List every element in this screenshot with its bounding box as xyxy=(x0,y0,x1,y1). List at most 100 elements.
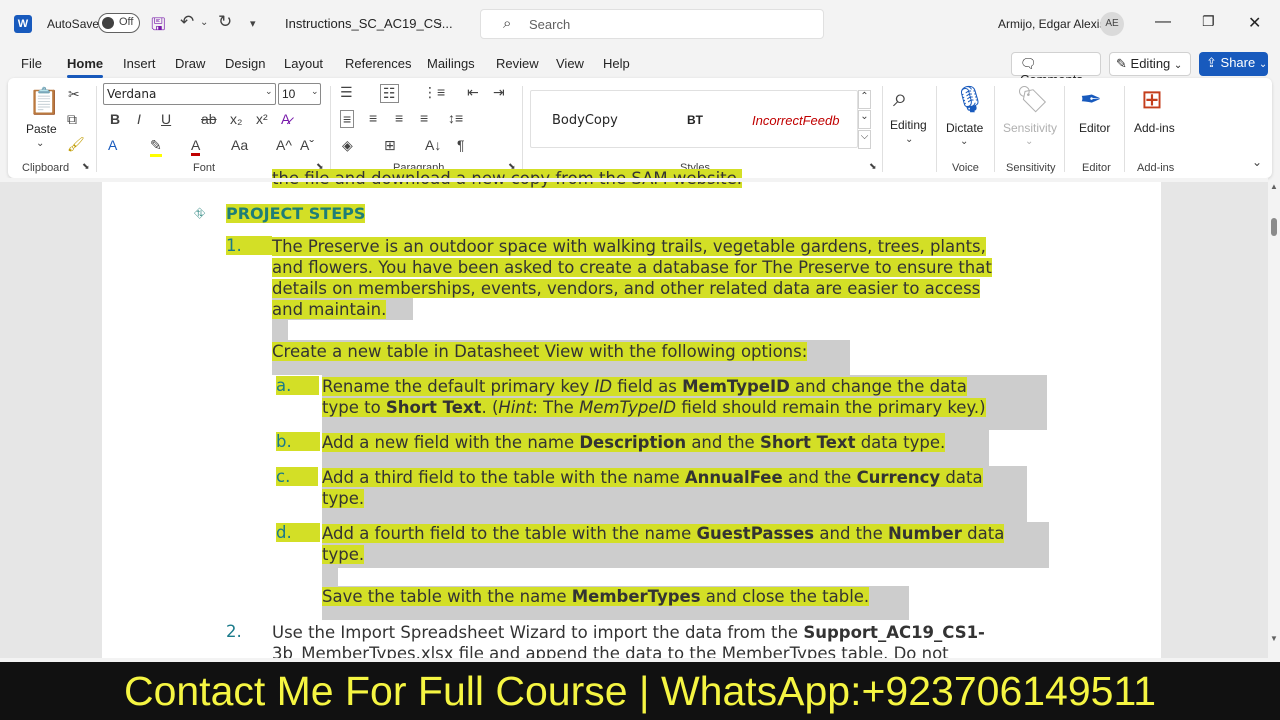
chevron-down-icon[interactable]: ⌄ xyxy=(960,136,968,147)
search-box[interactable]: ⌕ Search xyxy=(480,9,824,39)
underline-icon[interactable]: U xyxy=(161,111,171,127)
scroll-down-icon[interactable]: ▼ xyxy=(1270,634,1278,643)
comments-button[interactable]: 🗨 Comments xyxy=(1011,52,1101,87)
tab-help[interactable]: Help xyxy=(603,56,630,71)
step-2-filename: Support_AC19_CS1- xyxy=(803,623,985,642)
bold-icon[interactable]: B xyxy=(110,111,120,127)
pencil-icon: ✎ xyxy=(1116,56,1127,71)
tab-layout[interactable]: Layout xyxy=(284,56,323,71)
editing-mode-button[interactable]: ✎ Editing ⌄ xyxy=(1109,52,1191,76)
shading-icon[interactable]: ◈ xyxy=(342,137,353,154)
tab-file[interactable]: File xyxy=(21,56,42,71)
paste-icon[interactable]: 📋 xyxy=(28,86,60,117)
redo-icon[interactable]: ↻ xyxy=(218,12,232,32)
share-button[interactable]: ⇪ Share ⌄ xyxy=(1199,52,1268,76)
addins-button-label[interactable]: Add-ins xyxy=(1134,121,1175,135)
styles-scroll-down-icon[interactable]: ⌄ xyxy=(858,110,871,129)
borders-icon[interactable]: ⊞ xyxy=(384,137,396,154)
save-table-line: Save the table with the name MemberTypes… xyxy=(322,586,870,607)
decrease-indent-icon[interactable]: ⇤ xyxy=(467,84,479,101)
chevron-down-icon[interactable]: ⌄ xyxy=(434,14,444,28)
bullets-icon[interactable]: ☰ xyxy=(340,84,353,101)
tab-review[interactable]: Review xyxy=(496,56,539,71)
anchor-icon: ⛗ xyxy=(194,205,206,221)
sort-icon[interactable]: A↓ xyxy=(425,137,441,153)
style-bodycopy[interactable]: BodyCopy xyxy=(552,113,618,128)
find-icon[interactable]: ⌕ xyxy=(893,82,908,114)
superscript-icon[interactable]: x² xyxy=(256,111,268,127)
document-title[interactable]: Instructions_SC_AC19_CS... xyxy=(285,16,453,31)
cut-icon[interactable]: ✂ xyxy=(68,86,80,103)
grow-font-icon[interactable]: A^ xyxy=(276,137,292,153)
editing-group-label[interactable]: Editing xyxy=(890,118,927,132)
line-spacing-icon[interactable]: ↕≡ xyxy=(448,110,463,126)
vertical-scrollbar[interactable]: ▲ ▼ xyxy=(1268,182,1280,658)
style-bt[interactable]: BT xyxy=(687,113,703,127)
increase-indent-icon[interactable]: ⇥ xyxy=(493,84,505,101)
numbering-icon[interactable]: ☷ xyxy=(380,84,399,103)
clipboard-launcher-icon[interactable]: ⬊ xyxy=(82,161,90,172)
align-center-icon[interactable]: ≡ xyxy=(369,110,377,126)
tab-home[interactable]: Home xyxy=(67,56,103,71)
show-formatting-marks-icon[interactable]: ¶ xyxy=(457,137,465,153)
scroll-up-icon[interactable]: ▲ xyxy=(1270,182,1278,191)
tab-design[interactable]: Design xyxy=(225,56,265,71)
copy-icon[interactable]: ⧉ xyxy=(67,111,77,128)
microphone-icon[interactable]: 🎙 xyxy=(953,84,986,115)
collapse-ribbon-icon[interactable]: ⌄ xyxy=(1252,155,1262,169)
text-effects-icon[interactable]: A xyxy=(108,137,117,153)
multilevel-list-icon[interactable]: ⋮≡ xyxy=(423,84,445,101)
chevron-down-icon[interactable]: ⌄ xyxy=(905,134,913,145)
chevron-down-icon[interactable]: ⌄ xyxy=(36,138,44,149)
shrink-font-icon[interactable]: Aˇ xyxy=(300,137,314,153)
save-icon[interactable]: 🖫 xyxy=(151,12,165,41)
search-placeholder: Search xyxy=(529,17,571,32)
share-label: Share xyxy=(1220,55,1256,70)
scroll-thumb[interactable] xyxy=(1271,218,1277,236)
customize-toolbar-icon[interactable]: ▾ xyxy=(250,17,256,30)
justify-icon[interactable]: ≡ xyxy=(420,110,428,126)
styles-scroll-up-icon[interactable]: ⌃ xyxy=(858,90,871,109)
tab-insert[interactable]: Insert xyxy=(123,56,156,71)
subscript-icon[interactable]: x₂ xyxy=(230,111,242,127)
substep-c-letter: c. xyxy=(276,467,319,486)
tab-draw[interactable]: Draw xyxy=(175,56,205,71)
styles-more-icon[interactable]: ⌵ xyxy=(858,130,871,149)
undo-dropdown-icon[interactable]: ⌄ xyxy=(200,17,208,28)
tab-view[interactable]: View xyxy=(556,56,584,71)
minimize-icon[interactable]: — xyxy=(1155,13,1171,31)
tab-mailings[interactable]: Mailings xyxy=(427,56,475,71)
restore-icon[interactable]: ❐ xyxy=(1202,13,1215,30)
styles-launcher-icon[interactable]: ⬊ xyxy=(869,161,877,172)
divider xyxy=(96,86,97,172)
editor-button-label[interactable]: Editor xyxy=(1079,121,1110,135)
chevron-down-icon[interactable]: ⌄ xyxy=(311,86,319,97)
highlight-icon[interactable]: ✎ xyxy=(150,137,162,157)
clear-formatting-icon[interactable]: A̷ xyxy=(281,111,290,127)
editor-icon[interactable]: ✒ xyxy=(1080,84,1102,115)
tab-references[interactable]: References xyxy=(345,56,411,71)
paste-label[interactable]: Paste xyxy=(26,122,57,136)
align-right-icon[interactable]: ≡ xyxy=(395,110,403,126)
style-incorrectfeedback[interactable]: IncorrectFeedb xyxy=(752,113,849,128)
addins-icon[interactable]: ⊞ xyxy=(1141,84,1163,115)
chevron-down-icon[interactable]: ⌄ xyxy=(265,86,273,97)
substep-d: Add a fourth field to the table with the… xyxy=(322,524,1005,564)
close-icon[interactable]: ✕ xyxy=(1248,13,1261,33)
strikethrough-icon[interactable]: ab xyxy=(201,111,217,127)
contact-banner: Contact Me For Full Course | WhatsApp:+9… xyxy=(0,662,1280,720)
substep-d-letter: d. xyxy=(276,523,320,542)
toggle-knob xyxy=(102,17,114,29)
font-color-icon[interactable]: A xyxy=(191,137,201,156)
autosave-toggle[interactable]: Off xyxy=(98,13,140,33)
italic-icon[interactable]: I xyxy=(137,111,141,127)
avatar[interactable]: AE xyxy=(1100,12,1124,36)
chevron-down-icon: ⌄ xyxy=(1173,60,1183,71)
font-name-select[interactable]: Verdana xyxy=(103,83,276,105)
change-case-icon[interactable]: Aa xyxy=(231,137,248,153)
dictate-label[interactable]: Dictate xyxy=(946,121,983,135)
title-bar: W AutoSave Off 🖫 ↶ ⌄ ↻ ▾ Instructions_SC… xyxy=(0,0,1280,48)
undo-icon[interactable]: ↶ xyxy=(180,12,194,32)
format-painter-icon[interactable]: 🖌 xyxy=(67,136,85,153)
align-left-icon[interactable]: ≡ xyxy=(340,110,355,128)
